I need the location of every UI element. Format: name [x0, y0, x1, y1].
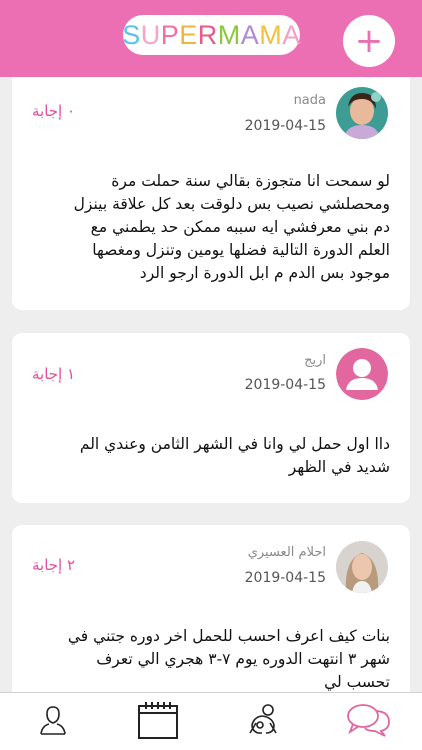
question-text: بنات كيف اعرف احسب للحمل اخر دوره جتني ف…	[26, 625, 390, 692]
logo-letter: R	[197, 19, 218, 50]
user-avatar	[336, 541, 388, 593]
question-text: لو سمحت انا متجوزة بقالي سنة حملت مرة وم…	[26, 170, 390, 285]
question-line: ومحصلشي نصيب بس دلوقت بعد كل علاقة بينزل	[73, 195, 390, 213]
logo-letter: P	[160, 19, 180, 50]
question-card[interactable]: اريج 2019-04-15 ١ إجابة داا اول حمل لي و…	[12, 333, 410, 503]
question-line: بنات كيف اعرف احسب للحمل اخر دوره جتني ف…	[67, 627, 390, 645]
author-name: nada	[293, 93, 326, 108]
tab-pregnancy[interactable]	[232, 693, 294, 750]
logo-letter: S	[122, 19, 141, 50]
author-name: اريج	[304, 353, 326, 368]
question-line: لو سمحت انا متجوزة بقالي سنة حملت مرة	[111, 172, 390, 190]
app-header: SUPERMAMA +	[0, 0, 422, 77]
profile-icon	[38, 704, 68, 740]
post-date: 2019-04-15	[244, 377, 326, 393]
calendar-icon	[136, 700, 180, 744]
author-name: احلام العسيري	[247, 545, 326, 560]
question-line: داا اول حمل لي وانا في الشهر الثامن وعند…	[79, 435, 390, 453]
default-user-icon	[336, 348, 388, 400]
question-line: موجود بس الدم م ابل الدورة ارجو الرد	[139, 264, 390, 282]
question-card[interactable]: nada 2019-04-15 ٠ إجابة لو سمحت انا متجو…	[12, 77, 410, 310]
question-line: تحسب لي	[324, 673, 390, 691]
answers-count[interactable]: ٠ إجابة	[32, 102, 75, 120]
question-line: شديد في الظهر	[288, 458, 390, 476]
post-date: 2019-04-15	[244, 118, 326, 134]
question-line: العلم الدورة التالية فضلها يومين وتنزل و…	[92, 241, 390, 259]
logo-letter: U	[140, 19, 161, 50]
answers-count[interactable]: ١ إجابة	[32, 365, 75, 383]
answers-count[interactable]: ٢ إجابة	[32, 556, 75, 574]
logo-letter: A	[282, 19, 301, 50]
tab-calendar[interactable]	[127, 693, 189, 750]
user-avatar	[336, 87, 388, 139]
bottom-tab-bar	[0, 692, 422, 750]
tab-chat[interactable]	[337, 693, 399, 750]
add-post-button[interactable]: +	[343, 15, 395, 67]
post-date: 2019-04-15	[244, 570, 326, 586]
pregnancy-icon	[244, 703, 282, 741]
logo-letter: M	[217, 19, 241, 50]
question-card[interactable]: احلام العسيري 2019-04-15 ٢ إجابة بنات كي…	[12, 525, 410, 692]
tab-profile[interactable]	[22, 693, 84, 750]
question-text: داا اول حمل لي وانا في الشهر الثامن وعند…	[26, 433, 390, 479]
questions-feed[interactable]: nada 2019-04-15 ٠ إجابة لو سمحت انا متجو…	[0, 77, 422, 692]
question-line: شهر ٣ انتهت الدوره يوم ٧-٣ هجري الي تعرف	[96, 650, 390, 668]
logo-letter: A	[240, 19, 260, 50]
question-line: دم بني معرفشي ايه سببه ممكن حد يطمني مع	[90, 218, 390, 236]
logo-letter: E	[179, 19, 198, 50]
logo-letter: M	[259, 19, 283, 50]
chat-icon	[345, 702, 391, 742]
app-logo: SUPERMAMA	[122, 15, 301, 55]
